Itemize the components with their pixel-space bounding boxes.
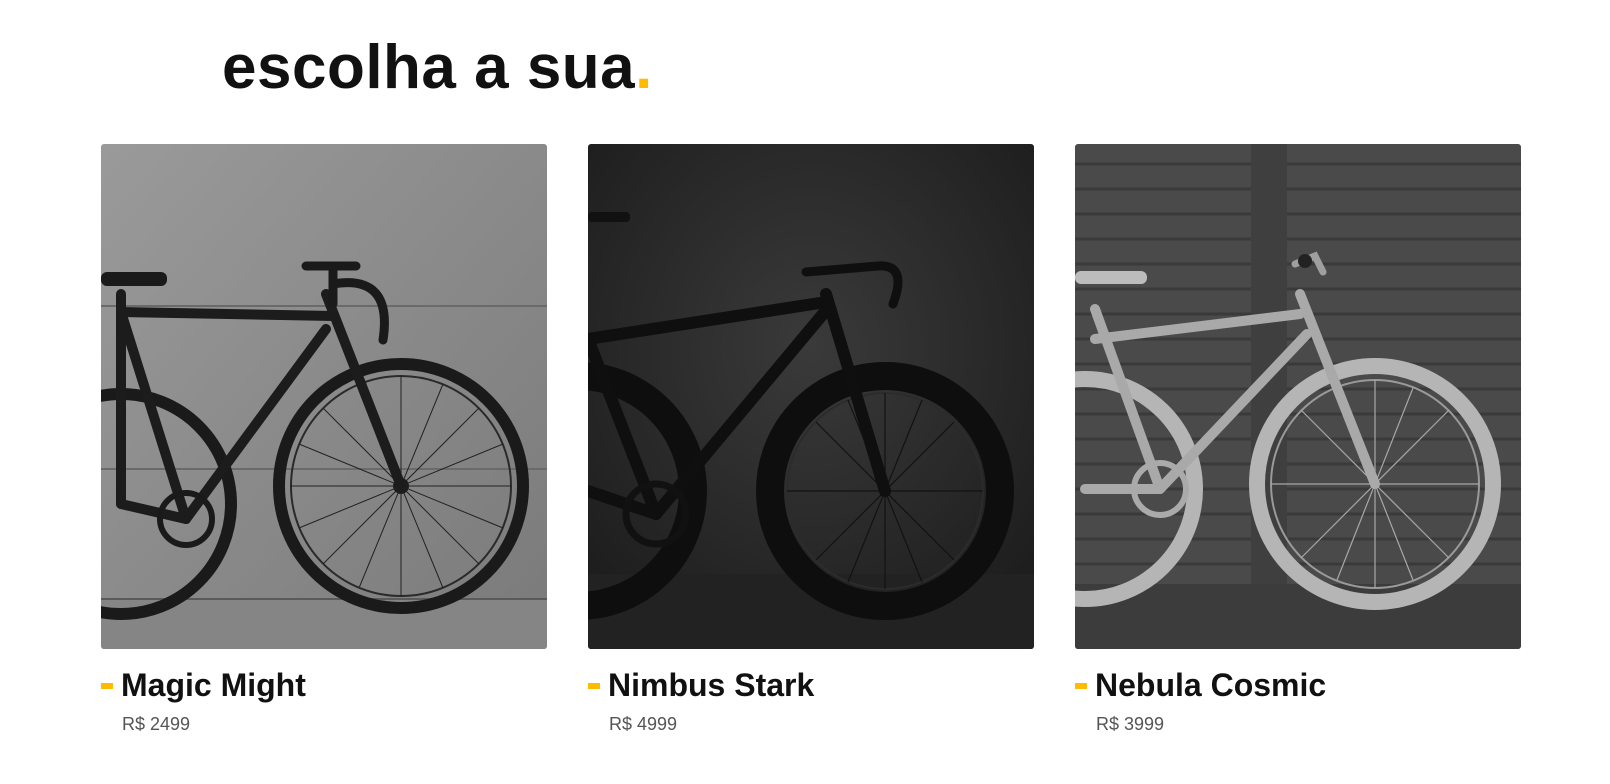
product-title-row: Magic Might xyxy=(101,665,547,705)
product-card-magic-might[interactable]: Magic Might R$ 2499 xyxy=(101,144,547,735)
title-accent-marker xyxy=(101,683,113,689)
page-title: escolha a sua. xyxy=(222,30,653,106)
product-card-nimbus-stark[interactable]: Nimbus Stark R$ 4999 xyxy=(588,144,1034,735)
headline-text: escolha a sua xyxy=(222,33,636,102)
product-card-nebula-cosmic[interactable]: Nebula Cosmic R$ 3999 xyxy=(1075,144,1521,735)
headline-accent-dot: . xyxy=(635,33,653,102)
product-price: R$ 4999 xyxy=(609,714,678,734)
product-price: R$ 2499 xyxy=(122,714,191,734)
product-title-row: Nebula Cosmic xyxy=(1075,665,1521,705)
product-price: R$ 3999 xyxy=(1096,714,1165,734)
product-image-magic-might[interactable] xyxy=(101,144,547,649)
product-title-row: Nimbus Stark xyxy=(588,665,1034,705)
product-grid: Magic Might R$ 2499 Nimbus Stark R$ 4999… xyxy=(101,144,1521,735)
product-name[interactable]: Magic Might xyxy=(121,665,306,705)
product-image-nimbus-stark[interactable] xyxy=(588,144,1034,649)
product-image-nebula-cosmic[interactable] xyxy=(1075,144,1521,649)
title-accent-marker xyxy=(1075,683,1087,689)
title-accent-marker xyxy=(588,683,600,689)
product-name[interactable]: Nebula Cosmic xyxy=(1095,665,1326,705)
product-name[interactable]: Nimbus Stark xyxy=(608,665,814,705)
